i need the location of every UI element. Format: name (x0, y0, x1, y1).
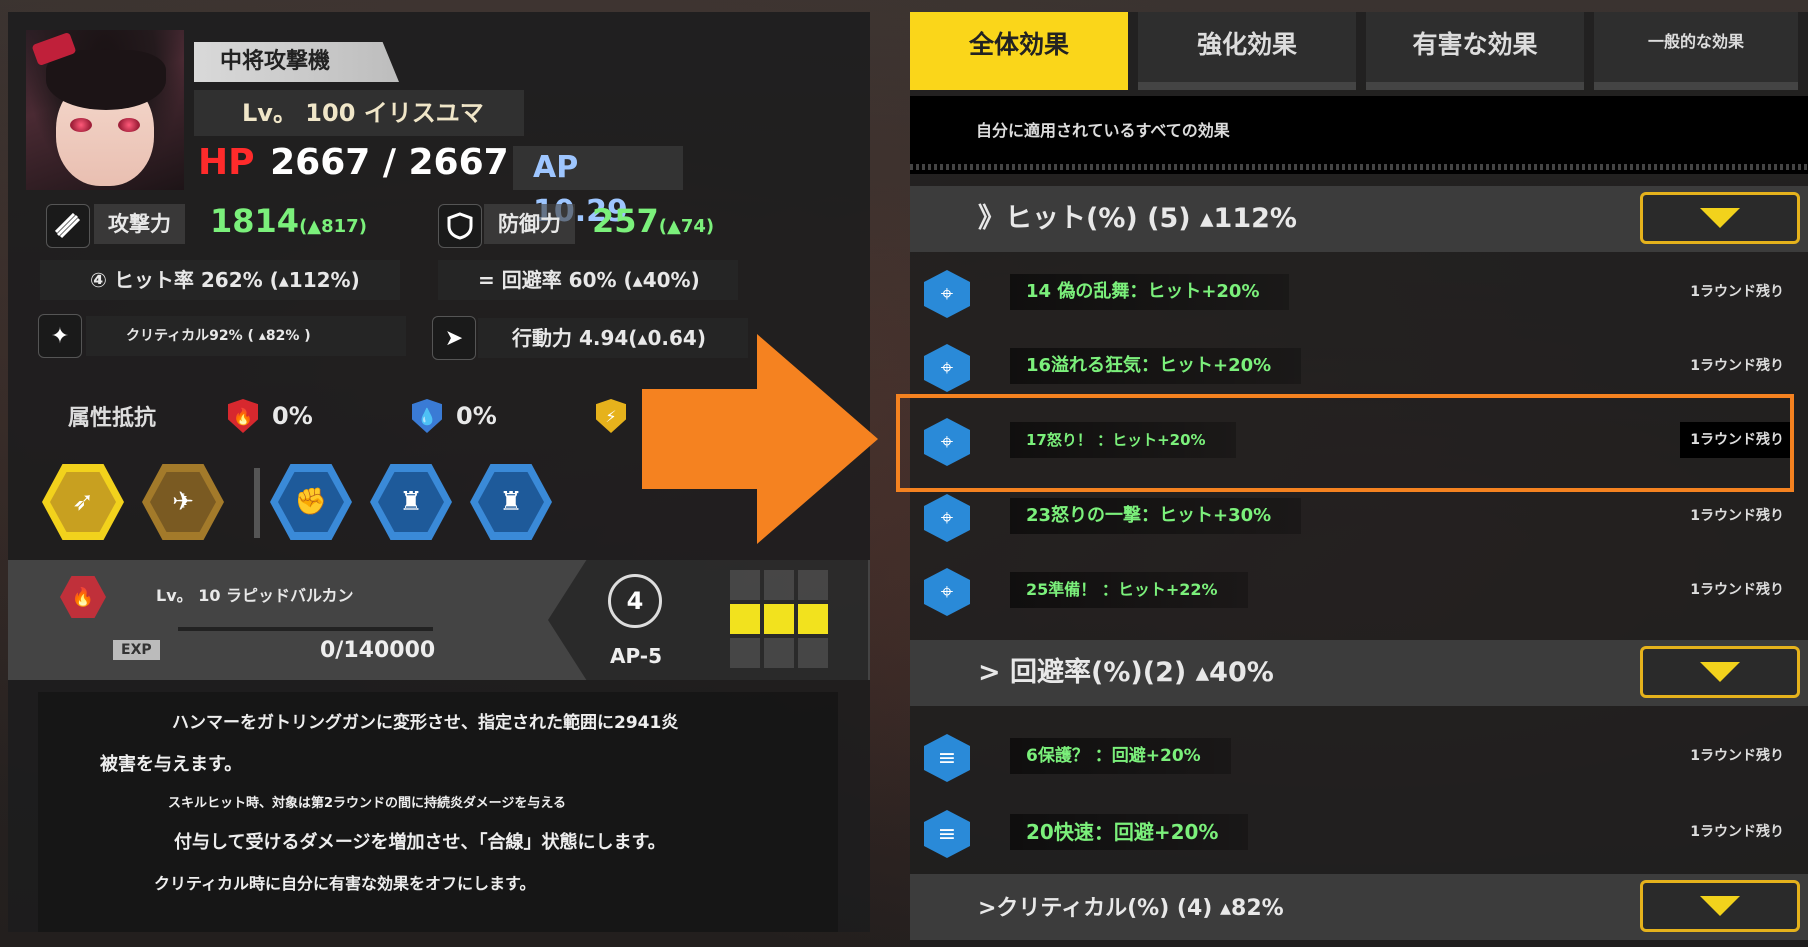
effect-tabs: 全体効果 強化効果 有害な効果 一般的な効果 (910, 12, 1808, 90)
effect-label: 16溢れる狂気：ヒット+20% (1010, 348, 1302, 384)
desc-line-3: スキルヒット時、対象は第2ラウンドの間に持続炎ダメージを与える (168, 796, 567, 811)
evasion-rate: = 回避率 60% (▴40%) (438, 260, 738, 300)
effect-duration: 1ラウンド残り (1690, 824, 1784, 840)
range-pattern-grid (730, 570, 828, 668)
speed-lines-icon: ≡ (924, 810, 970, 858)
effect-row: ⌖ 16溢れる狂気：ヒット+20% 1ラウンド残り (910, 330, 1808, 404)
effect-duration: 1ラウンド残り (1690, 582, 1784, 598)
crosshair-icon: ⌖ (924, 494, 970, 542)
level-name: Lv。 100 イリスユマ (194, 90, 524, 136)
effect-label: 14 偽の乱舞：ヒット+20% (1010, 274, 1290, 310)
defense-value: 257(▲74) (592, 202, 715, 240)
chevron-down-icon (1700, 896, 1740, 916)
category-evasion[interactable]: > 回避率(%)(2) ▴40% (910, 640, 1808, 706)
desc-line-4: 付与して受けるダメージを増加させ、「合線」状態にします。 (174, 832, 666, 853)
skill-rapid-vulcan-icon[interactable]: ➶ (42, 464, 124, 540)
category-evasion-label: > 回避率(%)(2) ▴40% (978, 657, 1274, 688)
chevron-down-icon (1700, 662, 1740, 682)
skill-info-bar: 🔥 Lv。 10 ラピッドバルカン EXP 0/140000 4 AP-5 (8, 560, 870, 680)
collapse-evasion-button[interactable] (1640, 646, 1800, 698)
effect-duration: 1ラウンド残り (1690, 748, 1784, 764)
lightning-icon: ⚡ (596, 399, 626, 433)
effect-label: 25準備！ ：ヒット+22% (1010, 572, 1248, 608)
ap-value: AP 10.29 (513, 146, 683, 229)
skill-divider (254, 468, 260, 538)
crit-star-icon: ✦ (38, 314, 82, 358)
hp-display: HP 2667 / 2667 (198, 142, 509, 192)
mobility-arrow-icon: ➤ (432, 316, 476, 360)
category-hit-label: 》ヒット(%) (5) ▴112% (978, 203, 1297, 234)
pointer-arrow-icon (642, 334, 878, 544)
tab-buffs[interactable]: 強化効果 (1138, 12, 1356, 90)
defense-label: 防御力 (484, 204, 575, 244)
skill-cannon-icon[interactable]: ✈ (142, 464, 224, 540)
desc-line-2: 被害を与えます。 (100, 754, 243, 775)
effect-label: 6保護？ ：回避+20% (1010, 738, 1231, 774)
effect-row: ≡ 20快速：回避+20% 1ラウンド残り (910, 796, 1808, 870)
hp-value: 2667 / 2667 (270, 142, 509, 183)
effect-row: ⌖ 25準備！ ：ヒット+22% 1ラウンド残り (910, 554, 1808, 628)
attack-label: 攻撃力 (94, 204, 185, 244)
attack-value: 1814(▲817) (210, 202, 367, 240)
passive-angel-icon-1[interactable]: ♜ (370, 464, 452, 540)
tab-general[interactable]: 一般的な効果 (1594, 12, 1798, 90)
effects-subtitle: 自分に適用されているすべての効果 (910, 96, 1808, 174)
shield-icon (438, 204, 482, 248)
defense-stat: 防御力 257(▲74) (438, 202, 868, 248)
crosshair-icon: ⌖ (924, 270, 970, 318)
effect-label: 20快速：回避+20% (1010, 814, 1249, 850)
rank-tag: 中将攻撃機 (194, 42, 399, 82)
effect-row: ≡ 6保護？ ：回避+20% 1ラウンド残り (910, 720, 1808, 794)
category-crit[interactable]: >クリティカル(%) (4) ▴82% (910, 874, 1808, 940)
tab-all-effects[interactable]: 全体効果 (910, 12, 1128, 90)
category-hit[interactable]: 》ヒット(%) (5) ▴112% (910, 186, 1808, 252)
fire-resist: 🔥 0% (228, 396, 313, 436)
character-portrait (26, 30, 184, 190)
exp-value: 0/140000 (320, 638, 436, 663)
effect-duration: 1ラウンド残り (1690, 284, 1784, 300)
eye-right (118, 118, 140, 132)
passive-angel-icon-2[interactable]: ♜ (470, 464, 552, 540)
range-target-icon: 4 (608, 574, 662, 628)
desc-line-1: ハンマーをガトリングガンに変形させ、指定された範囲に2941炎 (172, 713, 679, 733)
crit-rate: クリティカル92% ( ▴82% ) (86, 316, 406, 356)
hit-rate: ④ ヒット率 262% (▴112%) (40, 260, 400, 300)
effect-row: ⌖ 14 偽の乱舞：ヒット+20% 1ラウンド残り (910, 256, 1808, 330)
passive-fist-icon[interactable]: ✊ (270, 464, 352, 540)
effect-duration: 1ラウンド残り (1690, 358, 1784, 374)
chevron-down-icon (1700, 208, 1740, 228)
collapse-hit-button[interactable] (1640, 192, 1800, 244)
fire-element-icon: 🔥 (60, 576, 106, 618)
effect-label: 23怒りの一撃：ヒット+30% (1010, 498, 1302, 534)
hp-label: HP (198, 142, 255, 183)
ap-cost: AP-5 (610, 644, 663, 668)
speed-lines-icon: ≡ (924, 734, 970, 782)
crosshair-icon: ⌖ (924, 344, 970, 392)
fire-icon: 🔥 (228, 399, 258, 433)
thunder-resist: ⚡ (596, 396, 626, 436)
skill-name: Lv。 10 ラピッドバルカン (156, 586, 354, 605)
water-resist: 💧 0% (412, 396, 497, 436)
tab-debuffs[interactable]: 有害な効果 (1366, 12, 1584, 90)
effect-duration: 1ラウンド残り (1690, 508, 1784, 524)
sword-icon (46, 204, 90, 248)
resist-label: 属性抵抗 (68, 406, 157, 431)
attack-stat: 攻撃力 1814(▲817) (32, 202, 432, 248)
category-crit-label: >クリティカル(%) (4) ▴82% (978, 896, 1284, 921)
desc-line-5: クリティカル時に自分に有害な効果をオフにします。 (154, 874, 536, 893)
crosshair-icon: ⌖ (924, 568, 970, 616)
exp-label: EXP (113, 640, 160, 660)
collapse-crit-button[interactable] (1640, 880, 1800, 932)
eye-left (70, 118, 92, 132)
highlight-box (896, 394, 1794, 492)
exp-bar (178, 627, 433, 631)
skill-description: ハンマーをガトリングガンに変形させ、指定された範囲に2941炎 被害を与えます。… (38, 692, 838, 932)
water-icon: 💧 (412, 399, 442, 433)
